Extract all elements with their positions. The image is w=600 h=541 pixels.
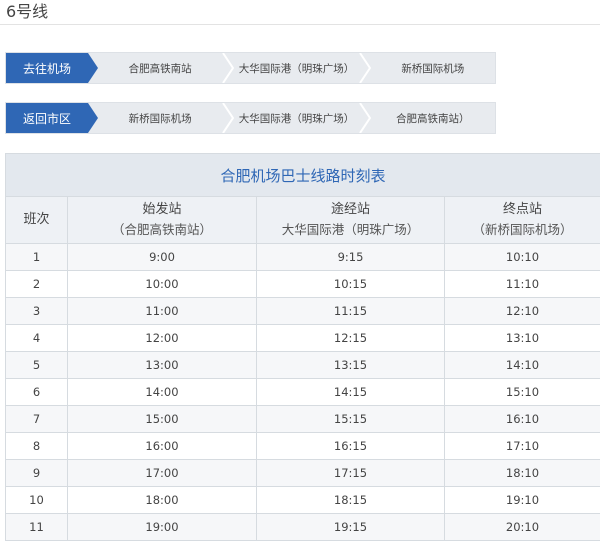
- route-stop: 合肥高铁南站: [98, 53, 222, 83]
- table-row: 816:0016:1517:10: [6, 433, 600, 460]
- table-cell-via: 15:15: [257, 406, 445, 433]
- table-cell-origin: 18:00: [68, 487, 257, 514]
- timetable-header-row: 班次 始发站 （合肥高铁南站） 途经站 大华国际港（明珠广场） 终点站 （新桥国…: [6, 197, 600, 244]
- header-origin-sub: （合肥高铁南站）: [68, 220, 256, 240]
- chevron-right-icon: [359, 103, 371, 133]
- table-cell-origin: 17:00: [68, 460, 257, 487]
- table-cell-n: 10: [6, 487, 68, 514]
- table-row: 614:0014:1515:10: [6, 379, 600, 406]
- header-terminal-sub: （新桥国际机场）: [445, 220, 600, 240]
- table-cell-n: 9: [6, 460, 68, 487]
- route-bar-to-airport: 去往机场 合肥高铁南站 大华国际港（明珠广场） 新桥国际机场: [5, 52, 496, 84]
- title-divider: [0, 24, 600, 25]
- chevron-right-icon: [222, 53, 234, 83]
- table-cell-via: 9:15: [257, 244, 445, 271]
- table-cell-n: 8: [6, 433, 68, 460]
- route-stop: 新桥国际机场: [98, 103, 222, 133]
- table-cell-via: 16:15: [257, 433, 445, 460]
- table-cell-origin: 9:00: [68, 244, 257, 271]
- table-cell-n: 2: [6, 271, 68, 298]
- bus-timetable: 合肥机场巴士线路时刻表 班次 始发站 （合肥高铁南站） 途经站 大华国际港（明珠…: [5, 153, 600, 541]
- route-stop: 大华国际港（明珠广场）: [234, 53, 358, 83]
- table-cell-terminal: 13:10: [445, 325, 600, 352]
- table-cell-terminal: 10:10: [445, 244, 600, 271]
- table-row: 210:0010:1511:10: [6, 271, 600, 298]
- table-cell-terminal: 20:10: [445, 514, 600, 541]
- table-cell-terminal: 18:10: [445, 460, 600, 487]
- table-row: 19:009:1510:10: [6, 244, 600, 271]
- table-cell-origin: 13:00: [68, 352, 257, 379]
- table-cell-via: 18:15: [257, 487, 445, 514]
- table-cell-terminal: 19:10: [445, 487, 600, 514]
- table-row: 1119:0019:1520:10: [6, 514, 600, 541]
- route-stop: 大华国际港（明珠广场）: [234, 103, 358, 133]
- table-cell-origin: 15:00: [68, 406, 257, 433]
- table-row: 1018:0018:1519:10: [6, 487, 600, 514]
- table-cell-origin: 19:00: [68, 514, 257, 541]
- table-cell-via: 19:15: [257, 514, 445, 541]
- table-cell-origin: 14:00: [68, 379, 257, 406]
- table-cell-terminal: 17:10: [445, 433, 600, 460]
- route-stop: 合肥高铁南站）: [371, 103, 495, 133]
- table-row: 513:0013:1514:10: [6, 352, 600, 379]
- table-row: 311:0011:1512:10: [6, 298, 600, 325]
- table-cell-origin: 12:00: [68, 325, 257, 352]
- table-cell-n: 11: [6, 514, 68, 541]
- table-cell-n: 6: [6, 379, 68, 406]
- table-cell-origin: 11:00: [68, 298, 257, 325]
- route-stop: 新桥国际机场: [371, 53, 495, 83]
- route-tab-to-city[interactable]: 返回市区: [6, 103, 88, 133]
- header-origin: 始发站 （合肥高铁南站）: [68, 197, 257, 244]
- table-cell-origin: 16:00: [68, 433, 257, 460]
- header-via-sub: 大华国际港（明珠广场）: [257, 220, 444, 240]
- page-title: 6号线: [6, 1, 48, 23]
- table-cell-terminal: 12:10: [445, 298, 600, 325]
- table-cell-origin: 10:00: [68, 271, 257, 298]
- header-via: 途经站 大华国际港（明珠广场）: [257, 197, 445, 244]
- table-row: 917:0017:1518:10: [6, 460, 600, 487]
- table-cell-n: 7: [6, 406, 68, 433]
- table-cell-via: 11:15: [257, 298, 445, 325]
- table-cell-terminal: 11:10: [445, 271, 600, 298]
- timetable-caption: 合肥机场巴士线路时刻表: [6, 154, 600, 197]
- table-cell-via: 10:15: [257, 271, 445, 298]
- chevron-right-icon: [222, 103, 234, 133]
- header-terminal: 终点站 （新桥国际机场）: [445, 197, 600, 244]
- table-cell-via: 14:15: [257, 379, 445, 406]
- table-cell-terminal: 15:10: [445, 379, 600, 406]
- table-cell-via: 12:15: [257, 325, 445, 352]
- table-cell-n: 4: [6, 325, 68, 352]
- table-row: 412:0012:1513:10: [6, 325, 600, 352]
- header-index: 班次: [6, 197, 68, 244]
- table-cell-n: 1: [6, 244, 68, 271]
- table-cell-terminal: 16:10: [445, 406, 600, 433]
- chevron-right-icon: [359, 53, 371, 83]
- table-cell-terminal: 14:10: [445, 352, 600, 379]
- table-cell-n: 3: [6, 298, 68, 325]
- table-cell-via: 17:15: [257, 460, 445, 487]
- table-cell-n: 5: [6, 352, 68, 379]
- route-bar-to-city: 返回市区 新桥国际机场 大华国际港（明珠广场） 合肥高铁南站）: [5, 102, 496, 134]
- table-row: 715:0015:1516:10: [6, 406, 600, 433]
- table-cell-via: 13:15: [257, 352, 445, 379]
- route-tab-to-airport[interactable]: 去往机场: [6, 53, 88, 83]
